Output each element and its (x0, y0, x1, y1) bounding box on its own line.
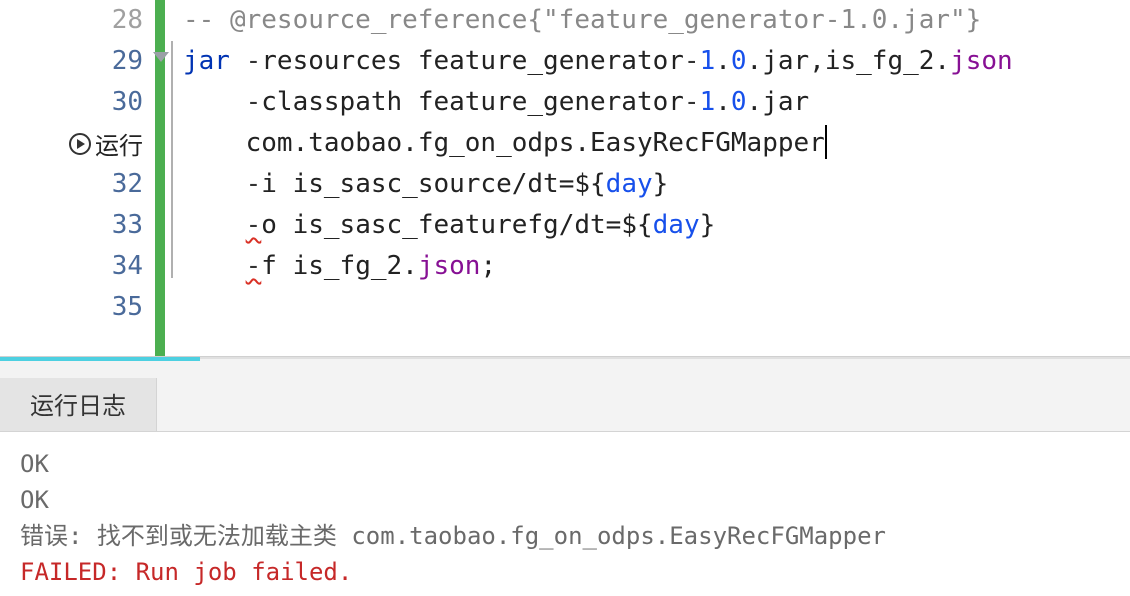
code-token: 0 (731, 46, 747, 76)
code-content[interactable]: -- @resource_reference{"feature_generato… (179, 0, 1130, 356)
code-line[interactable]: -f is_fg_2.json; (183, 246, 1130, 287)
log-line: OK (20, 446, 1110, 482)
line-number: 35 (0, 287, 143, 328)
code-token: / (559, 210, 575, 240)
fold-arrow-icon[interactable] (153, 52, 169, 62)
code-token: . (293, 128, 309, 158)
log-line: OK (20, 482, 1110, 518)
code-token: . (715, 87, 731, 117)
code-line[interactable] (183, 287, 1130, 328)
code-token: , (809, 46, 825, 76)
code-token: - (684, 46, 700, 76)
panel-divider-rest (200, 357, 1130, 359)
code-token: { (637, 210, 653, 240)
code-token: = (606, 210, 622, 240)
code-token: - (684, 87, 700, 117)
code-token: . (934, 46, 950, 76)
code-token: ; (480, 251, 496, 281)
code-token: . (747, 87, 763, 117)
code-token: day (653, 210, 700, 240)
line-number: 30 (0, 82, 143, 123)
code-token: classpath feature_generator (261, 87, 684, 117)
code-token: . (715, 46, 731, 76)
log-line: FAILED: Run job failed. (20, 554, 1110, 590)
code-token: o is_sasc_featurefg (261, 210, 558, 240)
code-token: i is_sasc_source (261, 169, 511, 199)
code-line[interactable]: -- @resource_reference{"feature_generato… (183, 0, 1130, 41)
code-token (183, 251, 246, 281)
code-token: - (246, 210, 262, 240)
line-number: 28 (0, 0, 143, 41)
code-token (183, 87, 246, 117)
code-token: f is_fg_2 (261, 251, 402, 281)
code-token: fg_on_odps (418, 128, 575, 158)
code-token: jar (762, 46, 809, 76)
code-token: $ (574, 169, 590, 199)
line-number: 34 (0, 246, 143, 287)
code-token: . (402, 251, 418, 281)
code-token: 0 (731, 87, 747, 117)
code-token: json (418, 251, 481, 281)
code-token: { (590, 169, 606, 199)
code-token: 1 (700, 87, 716, 117)
line-number: 29 (0, 41, 143, 82)
panel-divider[interactable] (0, 356, 1130, 378)
code-token: 1 (700, 46, 716, 76)
code-line[interactable]: com.taobao.fg_on_odps.EasyRecFGMapper (183, 123, 1130, 164)
code-token: - (246, 169, 262, 199)
log-tab-bar: 运行日志 (0, 378, 1130, 432)
code-token: dt (574, 210, 605, 240)
code-token: is_fg_2 (825, 46, 935, 76)
code-token: . (574, 128, 590, 158)
line-number: 32 (0, 164, 143, 205)
tab-run-log[interactable]: 运行日志 (0, 378, 157, 431)
code-token: com (183, 128, 293, 158)
code-line[interactable]: -classpath feature_generator-1.0.jar (183, 82, 1130, 123)
code-token: dt (527, 169, 558, 199)
code-token: = (559, 169, 575, 199)
code-line[interactable]: -i is_sasc_source/dt=${day} (183, 164, 1130, 205)
code-token: - (246, 251, 262, 281)
code-token: jar (762, 87, 809, 117)
code-token: -- @resource_reference{"feature_generato… (183, 5, 981, 35)
code-token (183, 169, 246, 199)
code-token (230, 46, 246, 76)
log-line: 错误: 找不到或无法加载主类 com.taobao.fg_on_odps.Eas… (20, 518, 1110, 554)
code-token: . (747, 46, 763, 76)
code-token: . (402, 128, 418, 158)
code-line[interactable]: jar -resources feature_generator-1.0.jar… (183, 41, 1130, 82)
code-token: $ (621, 210, 637, 240)
play-circle-icon (69, 133, 91, 155)
text-cursor (825, 125, 827, 159)
run-button-label: 运行 (95, 126, 143, 161)
code-token: - (246, 46, 262, 76)
code-token: day (606, 169, 653, 199)
code-token: resources feature_generator (261, 46, 684, 76)
code-token: } (653, 169, 669, 199)
run-button[interactable]: 运行 (0, 123, 143, 164)
code-token: - (246, 87, 262, 117)
code-line[interactable]: -o is_sasc_featurefg/dt=${day} (183, 205, 1130, 246)
code-token: / (512, 169, 528, 199)
panel-accent (0, 357, 200, 361)
code-token: } (700, 210, 716, 240)
code-token: json (950, 46, 1013, 76)
line-number: 33 (0, 205, 143, 246)
code-token: EasyRecFGMapper (590, 128, 825, 158)
code-token: taobao (308, 128, 402, 158)
code-editor[interactable]: 282930运行32333435 -- @resource_reference{… (0, 0, 1130, 356)
log-output[interactable]: OKOK错误: 找不到或无法加载主类 com.taobao.fg_on_odps… (0, 432, 1130, 596)
code-token (183, 210, 246, 240)
editor-gutter: 282930运行32333435 (0, 0, 155, 356)
code-token: jar (183, 46, 230, 76)
